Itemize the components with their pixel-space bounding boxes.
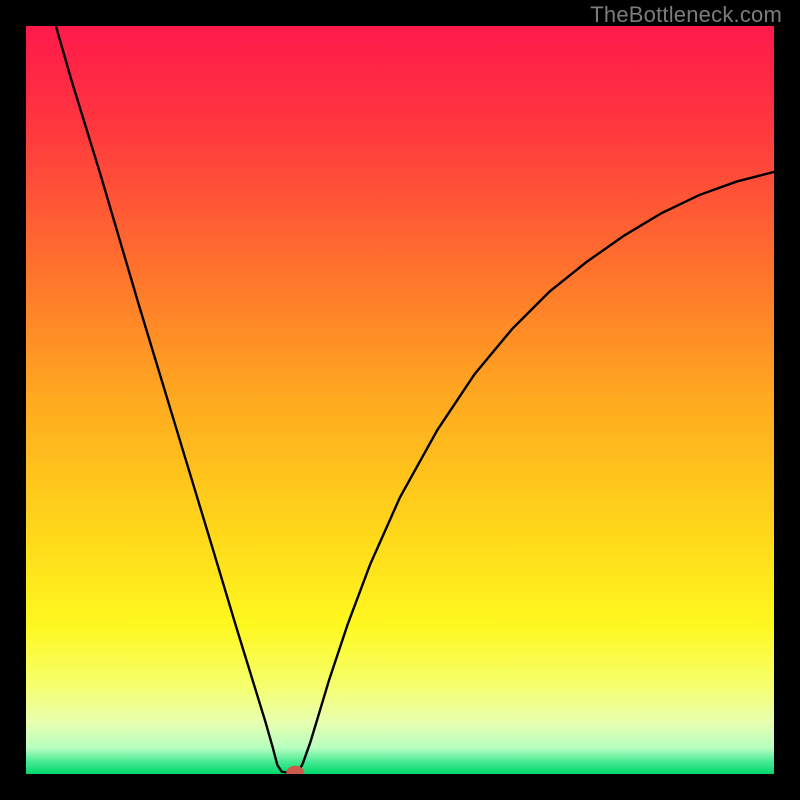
gradient-rect <box>26 26 774 774</box>
watermark-text: TheBottleneck.com <box>590 2 782 28</box>
chart-frame: TheBottleneck.com <box>0 0 800 800</box>
plot-area <box>26 26 774 774</box>
chart-svg <box>26 26 774 774</box>
